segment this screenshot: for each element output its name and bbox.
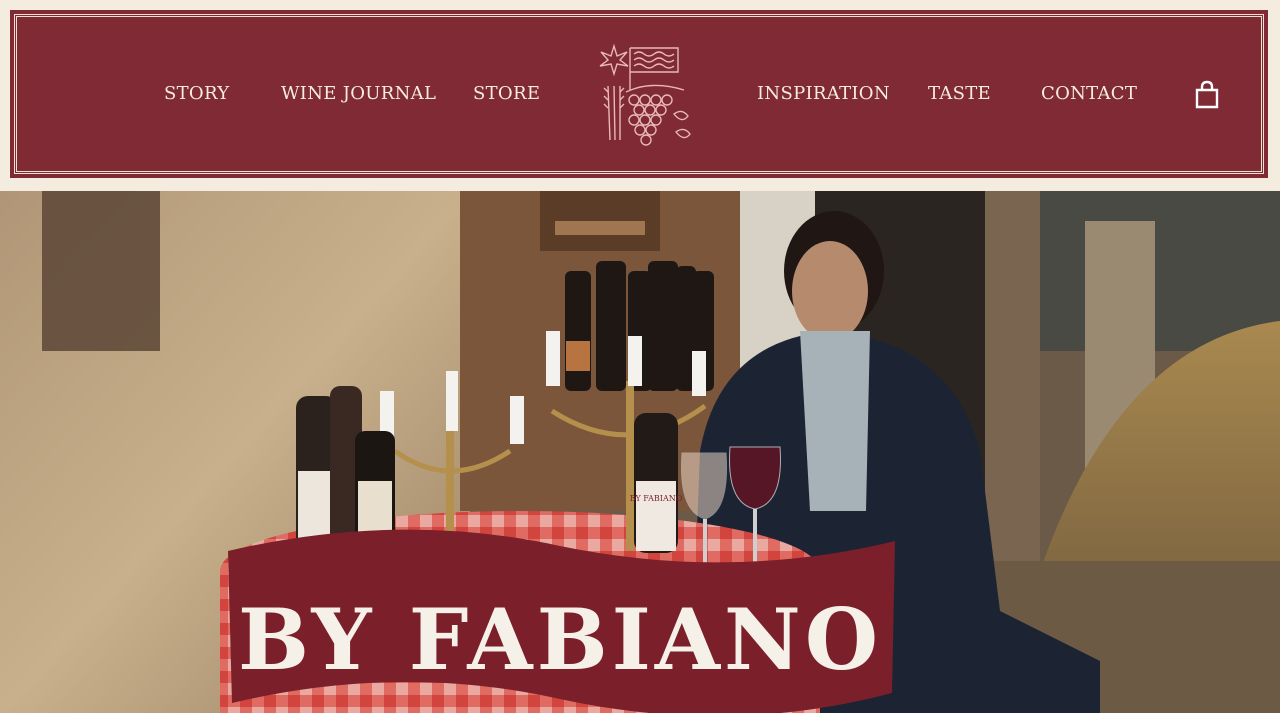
banner-text: BY FABIANO bbox=[238, 590, 882, 689]
wall-plaque bbox=[42, 191, 160, 351]
nav-store[interactable]: STORE bbox=[473, 83, 540, 104]
bottle-label: BY FABIANO bbox=[630, 494, 683, 503]
nav-contact[interactable]: CONTACT bbox=[1041, 83, 1137, 104]
hero-scene: BY FABIANO BY FABIANO bbox=[0, 191, 1280, 713]
site-header: STORY WINE JOURNAL STORE INSPIRATION TAS… bbox=[0, 0, 1280, 191]
header-bar: STORY WINE JOURNAL STORE INSPIRATION TAS… bbox=[10, 10, 1268, 178]
nav-story[interactable]: STORY bbox=[164, 83, 229, 104]
nav-taste[interactable]: TASTE bbox=[928, 83, 991, 104]
hero-image: BY FABIANO BY FABIANO bbox=[0, 191, 1280, 713]
grape-sunburst-logo-icon[interactable] bbox=[596, 40, 696, 152]
nav-wine-journal[interactable]: WINE JOURNAL bbox=[281, 83, 436, 104]
nav-inspiration[interactable]: INSPIRATION bbox=[757, 83, 890, 104]
shopping-bag-icon[interactable] bbox=[1194, 80, 1220, 110]
